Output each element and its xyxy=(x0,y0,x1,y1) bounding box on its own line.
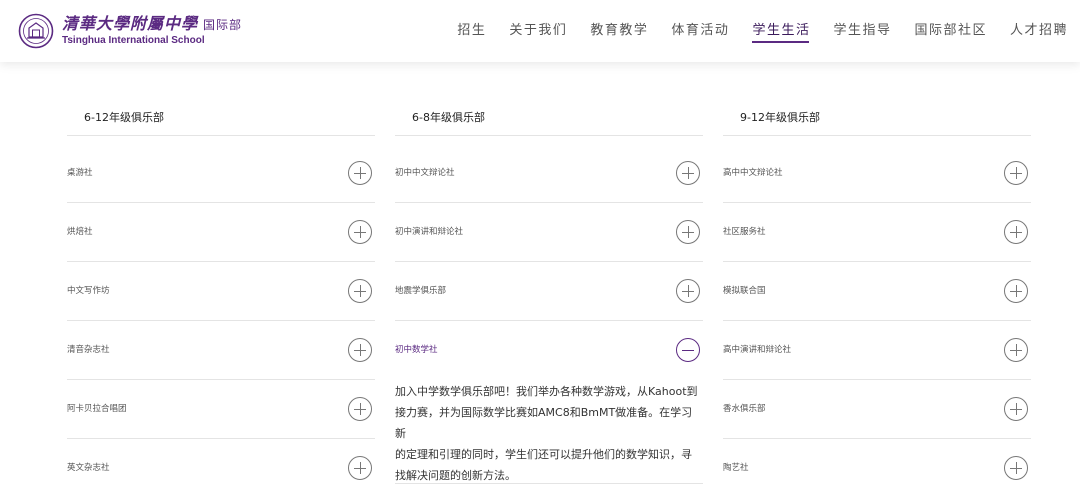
plus-circle-icon[interactable] xyxy=(348,397,372,421)
club-name: 高中演讲和辩论社 xyxy=(723,345,792,355)
club-name: 英文杂志社 xyxy=(67,463,110,473)
club-row[interactable]: 社区服务社 xyxy=(723,203,1031,262)
club-row[interactable]: 初中演讲和辩论社 xyxy=(395,203,703,262)
club-name: 桌游社 xyxy=(67,168,93,178)
club-name: 初中中文辩论社 xyxy=(395,168,455,178)
plus-circle-icon[interactable] xyxy=(348,161,372,185)
plus-circle-icon[interactable] xyxy=(1004,338,1028,362)
club-row[interactable]: 地震学俱乐部 xyxy=(395,262,703,321)
plus-circle-icon[interactable] xyxy=(1004,397,1028,421)
club-row[interactable]: 阿卡贝拉合唱团 xyxy=(67,380,375,439)
club-name: 社区服务社 xyxy=(723,227,766,237)
club-row[interactable]: 模拟联合国 xyxy=(723,262,1031,321)
club-row[interactable]: 初中中文辩论社 xyxy=(395,144,703,203)
club-name: 陶艺社 xyxy=(723,463,749,473)
plus-circle-icon[interactable] xyxy=(676,279,700,303)
club-name: 模拟联合国 xyxy=(723,286,766,296)
nav-student-guidance[interactable]: 学生指导 xyxy=(833,0,891,62)
club-name: 烘焙社 xyxy=(67,227,93,237)
club-column-grade-6-8: 6-8年级俱乐部 初中中文辩论社 初中演讲和辩论社 地震学俱乐部 初中数学社 加… xyxy=(395,100,703,484)
club-row[interactable]: 高中演讲和辩论社 xyxy=(723,321,1031,380)
club-name: 初中数学社 xyxy=(395,345,438,355)
nav-athletics[interactable]: 体育活动 xyxy=(671,0,729,62)
plus-circle-icon[interactable] xyxy=(1004,220,1028,244)
plus-circle-icon[interactable] xyxy=(348,220,372,244)
club-name: 清音杂志社 xyxy=(67,345,110,355)
nav-community[interactable]: 国际部社区 xyxy=(914,0,987,62)
nav-admissions[interactable]: 招生 xyxy=(457,0,486,62)
club-name: 中文写作坊 xyxy=(67,286,110,296)
club-name: 香水俱乐部 xyxy=(723,404,766,414)
club-name: 阿卡贝拉合唱团 xyxy=(67,404,127,414)
logo-english-name: Tsinghua International School xyxy=(62,35,205,46)
school-seal-icon xyxy=(18,13,54,49)
club-column-grade-6-12: 6-12年级俱乐部 桌游社 烘焙社 中文写作坊 清音杂志社 阿卡贝拉合唱团 英文… xyxy=(67,100,375,484)
club-name: 地震学俱乐部 xyxy=(395,286,447,296)
club-row[interactable]: 清音杂志社 xyxy=(67,321,375,380)
plus-circle-icon[interactable] xyxy=(1004,279,1028,303)
site-header: 清華大學附屬中學 国际部 Tsinghua International Scho… xyxy=(0,0,1080,62)
logo-chinese-subtitle: 国际部 xyxy=(203,18,243,32)
column-title: 9-12年级俱乐部 xyxy=(723,100,1031,136)
club-row[interactable]: 烘焙社 xyxy=(67,203,375,262)
club-row[interactable]: 高中中文辩论社 xyxy=(723,144,1031,203)
club-column-grade-9-12: 9-12年级俱乐部 高中中文辩论社 社区服务社 模拟联合国 高中演讲和辩论社 香… xyxy=(723,100,1031,484)
plus-circle-icon[interactable] xyxy=(676,220,700,244)
plus-circle-icon[interactable] xyxy=(676,161,700,185)
column-title: 6-12年级俱乐部 xyxy=(67,100,375,136)
minus-circle-icon[interactable] xyxy=(676,338,700,362)
nav-about-us[interactable]: 关于我们 xyxy=(509,0,567,62)
club-name: 高中中文辩论社 xyxy=(723,168,783,178)
club-description-line: 的定理和引理的同时，学生们还可以提升他们的数学知识，寻 xyxy=(395,448,692,461)
nav-careers[interactable]: 人才招聘 xyxy=(1010,0,1068,62)
club-row[interactable]: 中文写作坊 xyxy=(67,262,375,321)
club-row[interactable]: 香水俱乐部 xyxy=(723,380,1031,439)
plus-circle-icon[interactable] xyxy=(348,338,372,362)
club-description: 加入中学数学俱乐部吧！我们举办各种数学游戏，从Kahoot到 接力赛，并为国际数… xyxy=(395,380,703,484)
club-description-line: 接力赛，并为国际数学比赛如AMC8和BmMT做准备。在学习新 xyxy=(395,406,693,440)
club-row[interactable]: 英文杂志社 xyxy=(67,439,375,484)
main-nav: 招生 关于我们 教育教学 体育活动 学生生活 学生指导 国际部社区 人才招聘 xyxy=(434,0,1068,62)
nav-academics[interactable]: 教育教学 xyxy=(590,0,648,62)
plus-circle-icon[interactable] xyxy=(348,279,372,303)
logo-chinese-name: 清華大學附屬中學 xyxy=(62,14,199,33)
plus-circle-icon[interactable] xyxy=(1004,456,1028,480)
column-title: 6-8年级俱乐部 xyxy=(395,100,703,136)
plus-circle-icon[interactable] xyxy=(348,456,372,480)
nav-student-life[interactable]: 学生生活 xyxy=(752,0,810,62)
club-row-expanded[interactable]: 初中数学社 xyxy=(395,321,703,380)
club-row[interactable]: 桌游社 xyxy=(67,144,375,203)
club-name: 初中演讲和辩论社 xyxy=(395,227,464,237)
club-row[interactable]: 陶艺社 xyxy=(723,439,1031,484)
school-logo[interactable]: 清華大學附屬中學 国际部 Tsinghua International Scho… xyxy=(18,13,242,49)
club-description-line: 找解决问题的创新方法。 xyxy=(395,469,516,482)
plus-circle-icon[interactable] xyxy=(1004,161,1028,185)
club-description-line: 加入中学数学俱乐部吧！我们举办各种数学游戏，从Kahoot到 xyxy=(395,385,698,398)
